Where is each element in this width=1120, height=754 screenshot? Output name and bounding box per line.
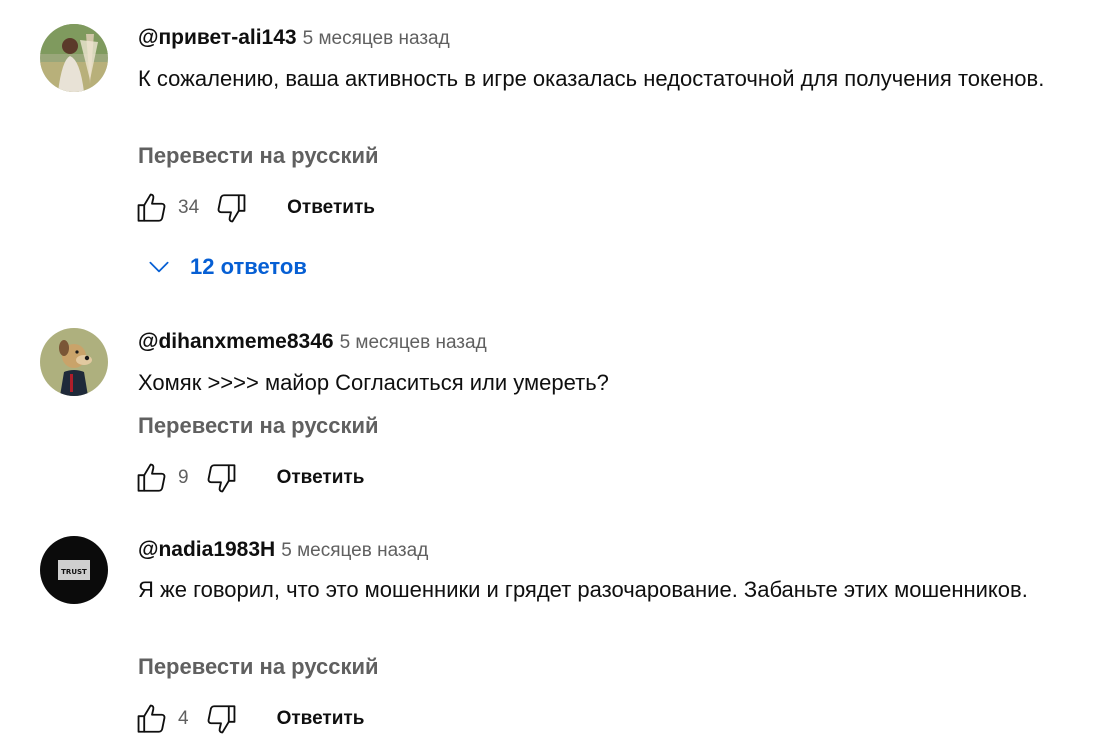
reply-button[interactable]: Ответить: [277, 467, 365, 489]
show-replies-button[interactable]: 12 ответов: [146, 254, 307, 280]
timestamp[interactable]: 5 месяцев назад: [303, 28, 450, 49]
like-button[interactable]: [134, 460, 170, 496]
dislike-button[interactable]: [203, 701, 239, 737]
reply-button[interactable]: Ответить: [287, 197, 375, 219]
author-name[interactable]: @привет-ali143: [138, 26, 297, 49]
author-name[interactable]: @dihanxmeme8346: [138, 330, 334, 353]
chevron-down-icon: [149, 261, 169, 273]
like-count: 9: [178, 467, 189, 488]
thumbs-up-icon: [137, 704, 166, 733]
dislike-button[interactable]: [213, 190, 249, 226]
comment-header: @nadia1983H 5 месяцев назад: [138, 538, 428, 562]
replies-count: 12 ответов: [190, 254, 307, 279]
reply-button[interactable]: Ответить: [277, 708, 365, 730]
avatar[interactable]: [40, 328, 108, 396]
thumbs-up-icon: [137, 463, 166, 492]
like-button[interactable]: [134, 701, 170, 737]
thumbs-down-icon: [217, 194, 246, 223]
avatar[interactable]: [40, 24, 108, 92]
translate-button[interactable]: Перевести на русский: [138, 413, 379, 439]
author-name[interactable]: @nadia1983H: [138, 538, 275, 561]
thumbs-up-icon: [137, 193, 166, 222]
comment-text: К сожалению, ваша активность в игре оказ…: [138, 66, 1045, 91]
action-bar: 4 Ответить: [134, 701, 364, 737]
like-button[interactable]: [134, 190, 170, 226]
comment-text: Я же говорил, что это мошенники и грядет…: [138, 577, 1028, 602]
timestamp[interactable]: 5 месяцев назад: [340, 332, 487, 353]
like-count: 34: [178, 197, 200, 218]
thumbs-down-icon: [207, 464, 235, 493]
translate-button[interactable]: Перевести на русский: [138, 143, 379, 169]
comment-header: @dihanxmeme8346 5 месяцев назад: [138, 330, 487, 354]
like-count: 4: [178, 708, 189, 729]
comment-header: @привет-ali143 5 месяцев назад: [138, 26, 450, 50]
timestamp[interactable]: 5 месяцев назад: [281, 540, 428, 561]
comment-text: Хомяк >>>> майор Согласиться или умереть…: [138, 370, 609, 395]
dislike-button[interactable]: [203, 460, 239, 496]
action-bar: 9 Ответить: [134, 460, 364, 496]
thumbs-down-icon: [207, 705, 235, 734]
avatar[interactable]: TRUST: [40, 536, 108, 604]
action-bar: 34 Ответить: [134, 190, 375, 226]
translate-button[interactable]: Перевести на русский: [138, 654, 379, 680]
avatar-text: TRUST: [61, 568, 87, 576]
